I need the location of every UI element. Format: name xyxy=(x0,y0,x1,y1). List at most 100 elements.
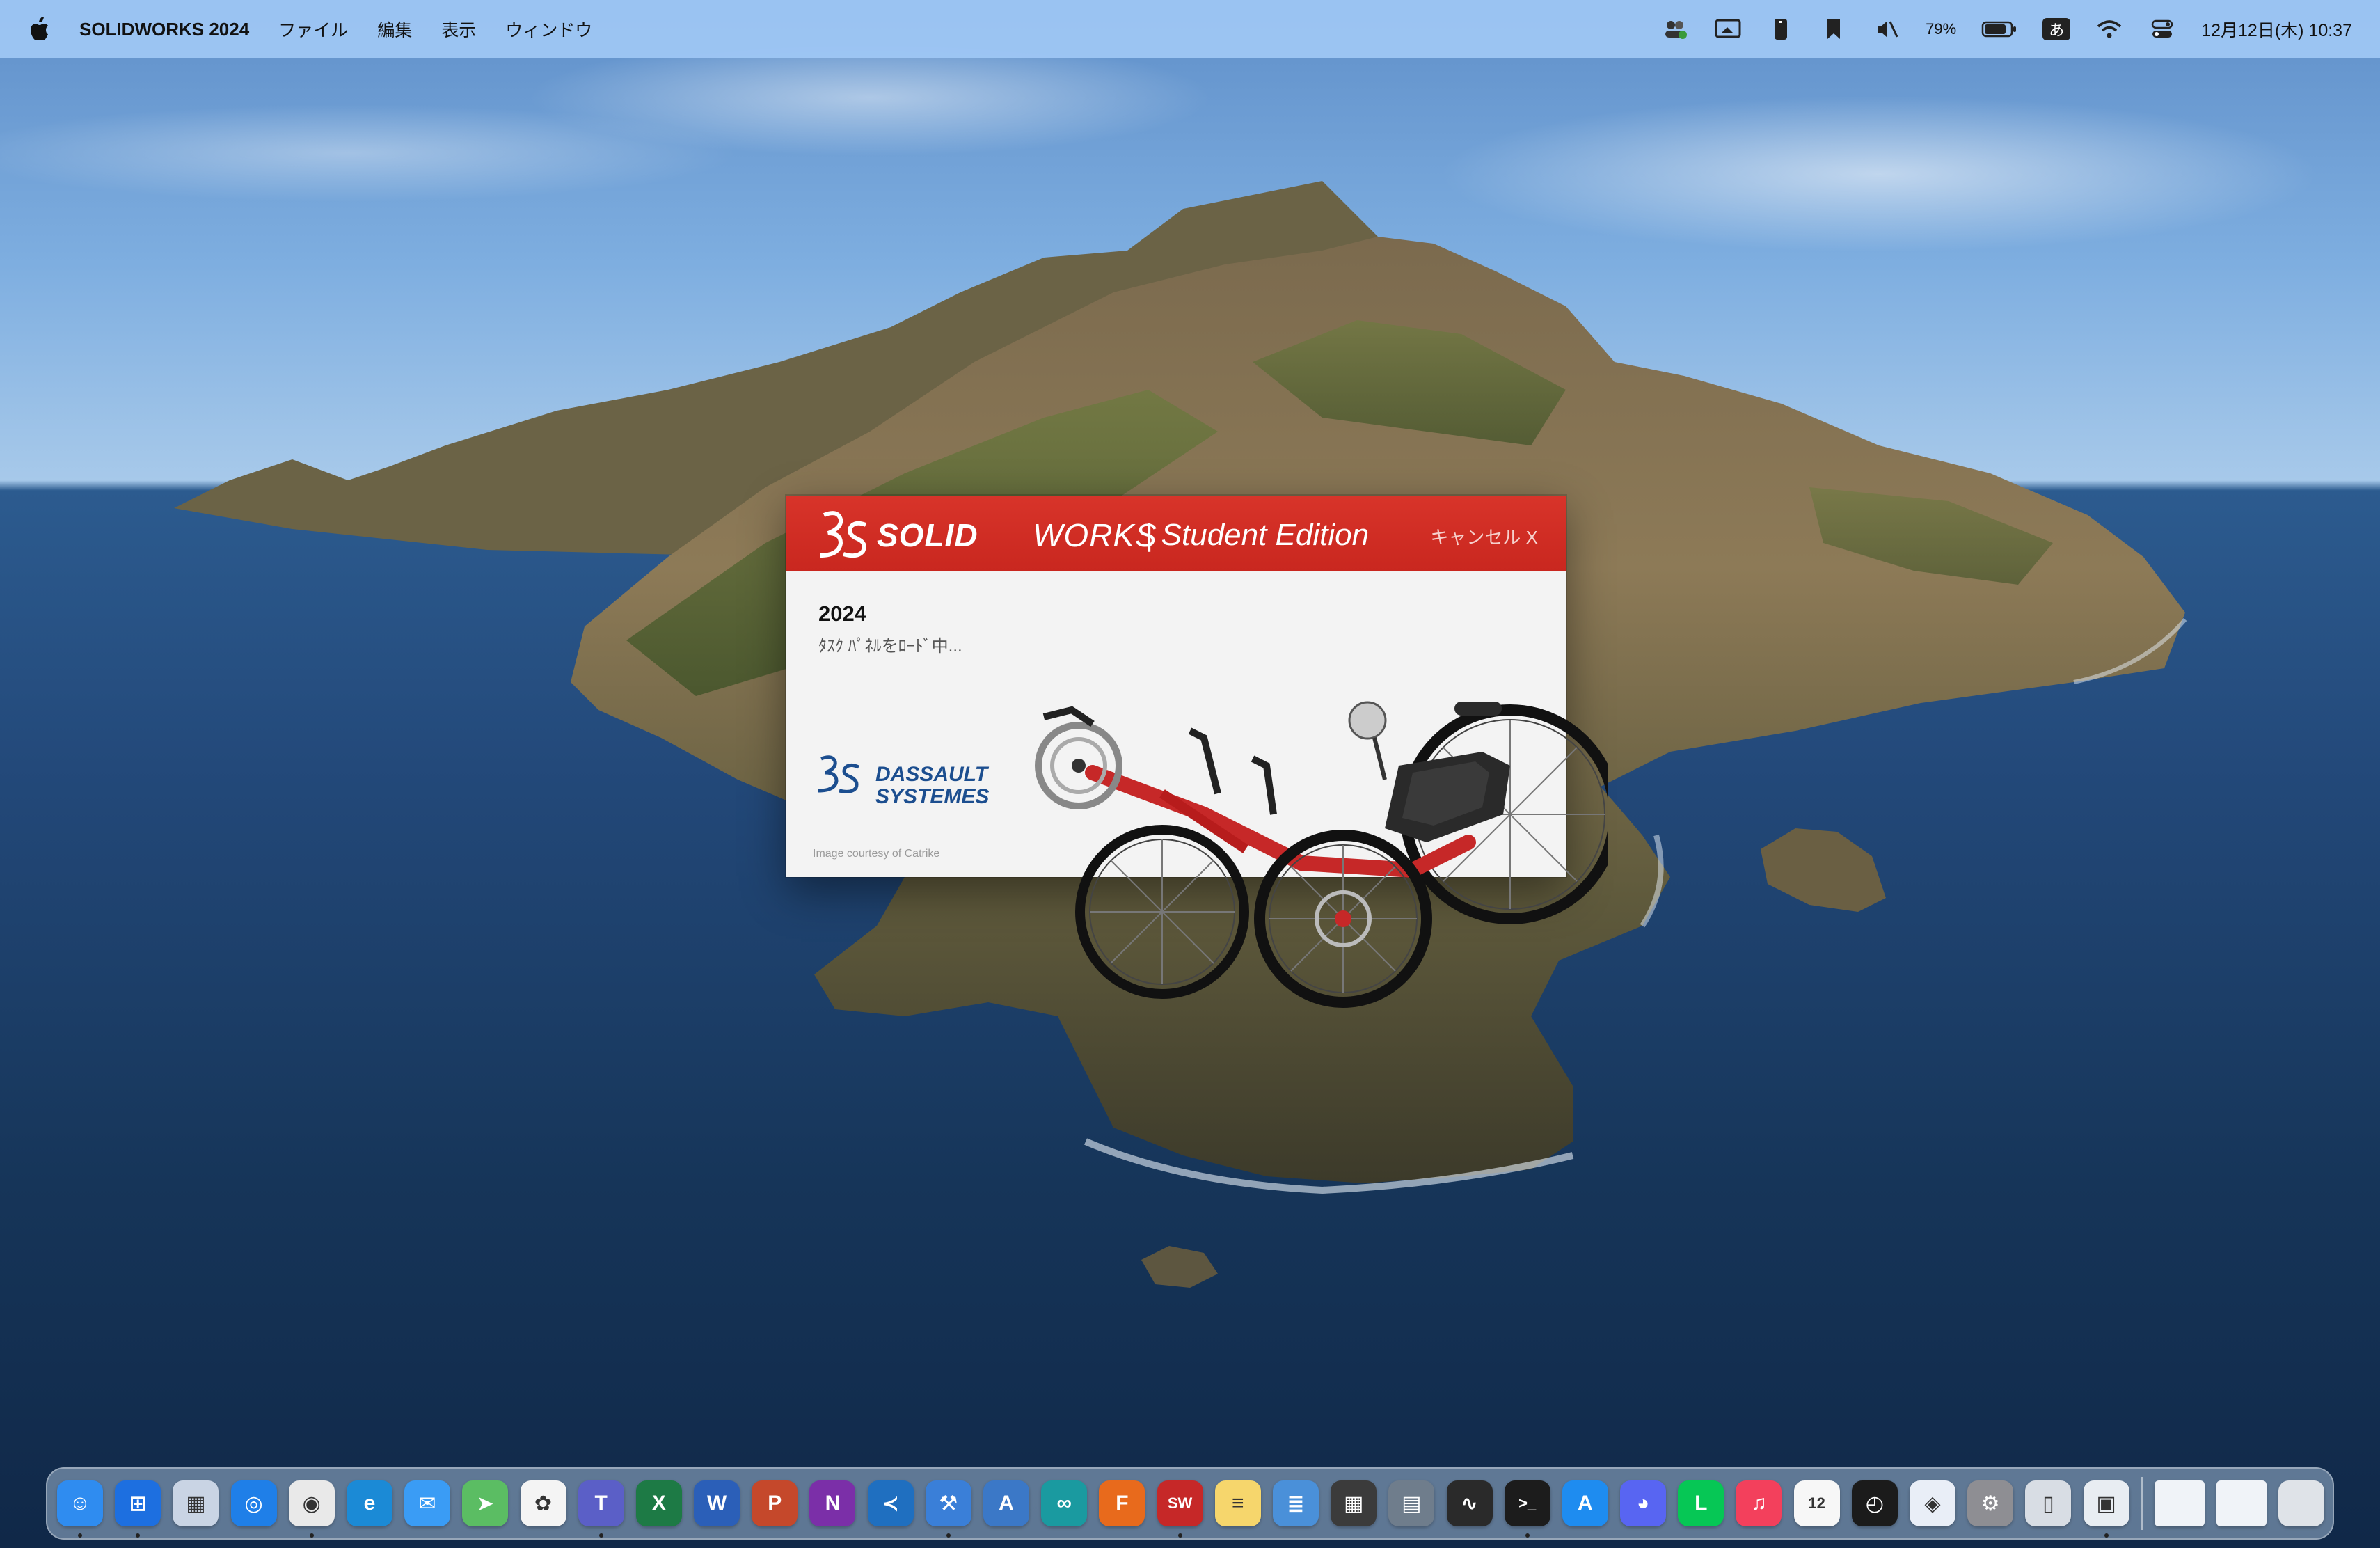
running-indicator xyxy=(1525,1533,1530,1538)
running-indicator xyxy=(1177,1533,1182,1538)
teams-glyph: T xyxy=(594,1492,608,1515)
phone-icon[interactable] xyxy=(1767,17,1795,42)
loading-status: ﾀｽｸ ﾊﾟﾈﾙをﾛｰﾄﾞ中... xyxy=(818,637,962,656)
brand-solid: SOLID xyxy=(877,517,978,553)
dock-finder-icon[interactable]: ☺ xyxy=(57,1480,103,1538)
splash-header: SOLID WORKS | Student Edition キャンセル X xyxy=(786,496,1566,571)
bookmark-icon[interactable] xyxy=(1820,17,1848,42)
dock-excel-icon[interactable]: X xyxy=(635,1480,682,1526)
dock-iphone-mirroring-icon[interactable]: ▯ xyxy=(2025,1480,2072,1526)
onenote-glyph: N xyxy=(825,1492,841,1515)
company-line1: DASSAULT xyxy=(875,763,990,786)
people-icon[interactable] xyxy=(1661,17,1689,42)
menu-edit[interactable]: 編集 xyxy=(377,17,412,42)
dock-calculator-icon[interactable]: ▦ xyxy=(1331,1480,1377,1526)
music-glyph: ♫ xyxy=(1751,1492,1767,1515)
dock-solidworks-icon[interactable]: SW xyxy=(1157,1480,1203,1538)
dock-clock-icon[interactable]: ◴ xyxy=(1851,1480,1898,1526)
dock-notes-icon[interactable]: ≡ xyxy=(1214,1480,1261,1526)
dock-fusion-icon[interactable]: F xyxy=(1099,1480,1145,1526)
edition-label: | Student Edition xyxy=(1145,518,1370,552)
dock-app-store-icon[interactable]: A xyxy=(1562,1480,1608,1526)
dock-line-icon[interactable]: L xyxy=(1678,1480,1724,1526)
wifi-icon[interactable] xyxy=(2095,17,2123,42)
excel-glyph: X xyxy=(651,1492,666,1515)
dock-discord-icon[interactable]: ◕ xyxy=(1620,1480,1667,1526)
iphone-mirroring-glyph: ▯ xyxy=(2042,1492,2054,1515)
xcode-glyph: ⚒ xyxy=(939,1492,958,1515)
line-glyph: L xyxy=(1695,1492,1708,1515)
dock-minimized-window-1-icon[interactable] xyxy=(2154,1480,2205,1526)
dock-maps-icon[interactable]: ➤ xyxy=(462,1480,509,1526)
dock-safari-icon[interactable]: ◎ xyxy=(230,1480,277,1526)
keynote-glyph: ◈ xyxy=(1924,1492,1941,1515)
dock: ☺ ⊞ ▦ ◎ ◉ e ✉ ➤ ✿ T X W P N ≺ ⚒ A ∞ F SW ≡ ≣ ▦ ▤ ∿ >_ A ◕ L ♫ 12 ◴ ◈ ⚙ ▯ ▣ xyxy=(46,1467,2334,1540)
dock-calendar-icon[interactable]: 12 xyxy=(1793,1480,1840,1526)
menubar-clock[interactable]: 12月12日(木) 10:37 xyxy=(2201,17,2352,42)
dock-textedit-icon[interactable]: ≣ xyxy=(1272,1480,1319,1526)
notes-glyph: ≡ xyxy=(1231,1492,1244,1515)
dock-xcode-icon[interactable]: ⚒ xyxy=(925,1480,971,1538)
finder-glyph: ☺ xyxy=(69,1492,91,1515)
trike-image xyxy=(1035,701,1608,1008)
dock-chrome-icon[interactable]: ◉ xyxy=(288,1480,335,1538)
menu-view[interactable]: 表示 xyxy=(441,17,476,42)
status-area: 79% あ 12月12日(木) 10:37 xyxy=(1661,17,2352,42)
dock-windows-app-icon[interactable]: ⊞ xyxy=(115,1480,161,1538)
dock-photos-icon[interactable]: ✿ xyxy=(520,1480,566,1526)
menu-window[interactable]: ウィンドウ xyxy=(505,17,592,42)
menu-file[interactable]: ファイル xyxy=(278,17,348,42)
system-info-glyph: ▤ xyxy=(1402,1492,1422,1515)
solidworks-glyph: SW xyxy=(1167,1494,1193,1512)
dock-trash-icon[interactable] xyxy=(2278,1480,2325,1526)
instruments-glyph: A xyxy=(999,1492,1014,1515)
preview-glyph: ▣ xyxy=(2096,1492,2116,1515)
dock-powerpoint-icon[interactable]: P xyxy=(752,1480,798,1526)
app-store-glyph: A xyxy=(1578,1492,1593,1515)
dock-teams-icon[interactable]: T xyxy=(578,1480,624,1538)
edge-glyph: e xyxy=(363,1492,376,1515)
dock-mail-icon[interactable]: ✉ xyxy=(404,1480,451,1526)
control-center-icon[interactable] xyxy=(2148,17,2176,42)
running-indicator xyxy=(78,1533,82,1538)
dock-word-icon[interactable]: W xyxy=(694,1480,740,1526)
version-label: 2024 xyxy=(818,601,866,626)
dock-edge-icon[interactable]: e xyxy=(346,1480,392,1526)
dock-vscode-icon[interactable]: ≺ xyxy=(867,1480,914,1526)
running-indicator xyxy=(946,1533,951,1538)
dock-arduino-icon[interactable]: ∞ xyxy=(1041,1480,1088,1526)
apple-icon[interactable] xyxy=(28,16,50,42)
dock-music-icon[interactable]: ♫ xyxy=(1736,1480,1782,1526)
battery-icon[interactable] xyxy=(1981,17,2017,42)
launchpad-glyph: ▦ xyxy=(186,1492,206,1515)
dock-system-settings-icon[interactable]: ⚙ xyxy=(1967,1480,2014,1526)
input-method-indicator[interactable]: あ xyxy=(2042,18,2071,40)
dock-preview-icon[interactable]: ▣ xyxy=(2083,1480,2129,1538)
dock-onenote-icon[interactable]: N xyxy=(809,1480,856,1526)
vscode-glyph: ≺ xyxy=(882,1492,900,1515)
dock-instruments-icon[interactable]: A xyxy=(983,1480,1029,1526)
running-indicator xyxy=(136,1533,141,1538)
dock-keynote-icon[interactable]: ◈ xyxy=(1910,1480,1955,1526)
image-credit: Image courtesy of Catrike xyxy=(813,848,940,860)
dock-launchpad-icon[interactable]: ▦ xyxy=(173,1480,219,1526)
calendar-glyph: 12 xyxy=(1808,1494,1825,1512)
safari-glyph: ◎ xyxy=(244,1492,263,1515)
mail-glyph: ✉ xyxy=(418,1492,436,1515)
volume-muted-icon[interactable] xyxy=(1873,17,1901,42)
clock-glyph: ◴ xyxy=(1865,1492,1884,1515)
running-indicator xyxy=(2104,1533,2109,1538)
active-app-name[interactable]: SOLIDWORKS 2024 xyxy=(79,19,249,40)
screen-mirroring-icon[interactable] xyxy=(1714,17,1742,42)
textedit-glyph: ≣ xyxy=(1287,1492,1305,1515)
menu-bar: SOLIDWORKS 2024 ファイル 編集 表示 ウィンドウ 79% あ 1 xyxy=(0,0,2380,58)
cancel-button[interactable]: キャンセル X xyxy=(1430,523,1538,549)
discord-glyph: ◕ xyxy=(1637,1492,1650,1515)
dock-minimized-window-2-icon[interactable] xyxy=(2216,1480,2267,1526)
chrome-glyph: ◉ xyxy=(302,1492,321,1515)
dock-activity-monitor-icon[interactable]: ∿ xyxy=(1446,1480,1493,1526)
ds-logo-icon xyxy=(819,511,867,558)
dock-terminal-icon[interactable]: >_ xyxy=(1504,1480,1550,1538)
dock-system-info-icon[interactable]: ▤ xyxy=(1388,1480,1435,1526)
terminal-glyph: >_ xyxy=(1518,1494,1537,1512)
